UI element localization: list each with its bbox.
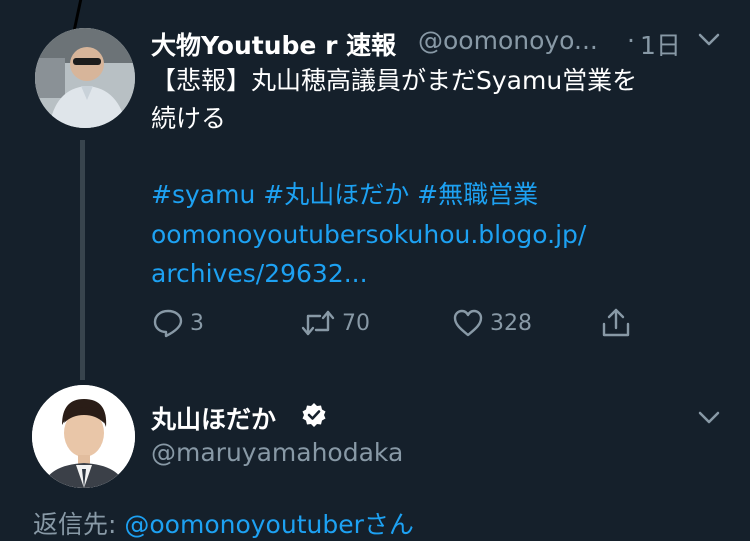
tweet-time[interactable]: 1日 <box>640 26 681 62</box>
tweet-handle[interactable]: @oomonoyo... <box>418 26 598 55</box>
verified-badge-icon <box>301 402 327 428</box>
reply-display-name[interactable]: 丸山ほだか <box>151 400 276 436</box>
like-count: 328 <box>490 310 532 336</box>
tweet-separator: · <box>627 26 635 55</box>
reply-icon <box>153 309 183 338</box>
chevron-down-icon[interactable] <box>697 30 721 50</box>
like-button[interactable]: 328 <box>452 308 532 338</box>
avatar[interactable] <box>35 28 135 128</box>
reply-handle[interactable]: @maruyamahodaka <box>151 438 403 467</box>
replying-to-line: 返信先: @oomonoyoutuberさん <box>33 505 414 541</box>
retweet-icon <box>301 310 335 336</box>
replying-to-handle-link[interactable]: @oomonoyoutuber <box>124 510 364 539</box>
chevron-down-icon[interactable] <box>697 408 721 428</box>
share-button[interactable] <box>600 306 632 338</box>
tweet-text-line-2: 続ける <box>151 104 227 133</box>
heart-icon <box>453 309 483 337</box>
tweet-display-name[interactable]: 大物Youtube r 速報 <box>151 26 396 62</box>
hashtag-link[interactable]: #丸山ほだか <box>263 180 409 209</box>
replying-to-label: 返信先: <box>33 510 125 539</box>
retweet-button[interactable]: 70 <box>300 308 370 338</box>
avatar-photo-icon <box>32 385 135 488</box>
tweet-url-line-1[interactable]: oomonoyoutubersokuhou.blogo.jp/ <box>151 216 586 254</box>
avatar[interactable] <box>32 385 135 488</box>
avatar-photo-icon <box>35 28 135 128</box>
retweet-count: 70 <box>342 310 370 336</box>
hashtag-link[interactable]: #syamu <box>151 180 255 209</box>
top-divider-line <box>72 0 83 30</box>
tweet-text-line-1: 【悲報】丸山穂高議員がまだSyamu営業を <box>151 66 638 95</box>
reply-count: 3 <box>190 310 204 336</box>
thread-line <box>80 140 85 380</box>
reply-button[interactable]: 3 <box>152 308 204 338</box>
hashtag-link[interactable]: #無職営業 <box>417 180 538 209</box>
replying-to-suffix: さん <box>363 510 414 539</box>
tweet-url-line-2[interactable]: archives/29632... <box>151 255 368 293</box>
hashtag-row: #syamu #丸山ほだか #無職営業 <box>151 176 538 214</box>
share-icon <box>602 308 630 337</box>
